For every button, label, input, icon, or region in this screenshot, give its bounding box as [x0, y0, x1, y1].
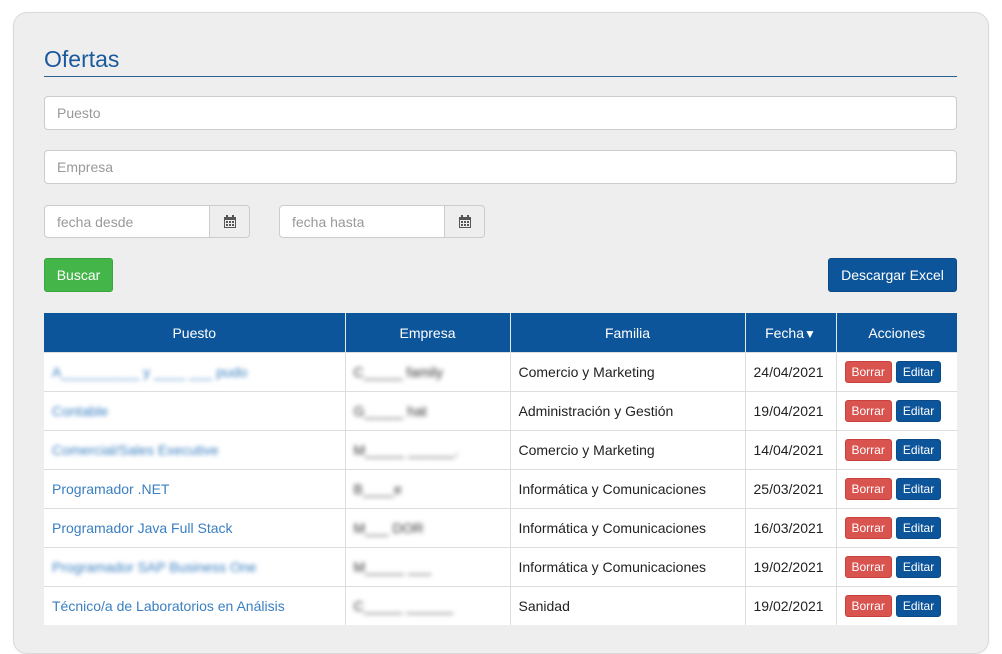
puesto-link[interactable]: A__________ y ____ ___ pudo	[52, 364, 247, 380]
fecha-hasta-calendar-button[interactable]	[445, 205, 485, 238]
fecha-hasta-input[interactable]	[279, 205, 445, 238]
editar-button[interactable]: Editar	[895, 439, 942, 461]
offers-table: Puesto Empresa Familia Fecha▼ Acciones A…	[44, 313, 957, 625]
cell-fecha: 19/02/2021	[745, 586, 837, 625]
table-row: Comercial/Sales Executive M_____ ______. C…	[44, 430, 957, 470]
puesto-input[interactable]	[44, 96, 957, 130]
puesto-link[interactable]: Contable	[52, 403, 108, 419]
fecha-desde-calendar-button[interactable]	[210, 205, 250, 238]
calendar-icon	[458, 214, 471, 228]
borrar-button[interactable]: Borrar	[844, 439, 892, 461]
empresa-value: M___ DOR	[353, 520, 424, 536]
editar-button[interactable]: Editar	[895, 400, 942, 422]
cell-empresa: C_____ ______	[345, 586, 511, 625]
cell-acciones: Borrar Editar	[836, 430, 957, 470]
cell-familia: Informática y Comunicaciones	[510, 469, 746, 509]
row-actions: Borrar Editar	[844, 400, 950, 422]
column-header-puesto[interactable]: Puesto	[44, 313, 346, 353]
cell-familia: Informática y Comunicaciones	[510, 508, 746, 548]
borrar-button[interactable]: Borrar	[844, 361, 892, 383]
cell-empresa: M___ DOR	[345, 508, 511, 548]
puesto-link[interactable]: Comercial/Sales Executive	[52, 442, 219, 458]
column-header-fecha[interactable]: Fecha▼	[745, 313, 837, 353]
page-title: Ofertas	[44, 44, 957, 77]
cell-puesto: Programador .NET	[44, 469, 346, 509]
table-row: Programador SAP Business One M_____ ___ In…	[44, 547, 957, 587]
cell-puesto: A__________ y ____ ___ pudo	[44, 352, 346, 392]
borrar-button[interactable]: Borrar	[844, 400, 892, 422]
borrar-button[interactable]: Borrar	[844, 517, 892, 539]
puesto-link[interactable]: Técnico/a de Laboratorios en Análisis	[52, 598, 285, 614]
cell-empresa: M_____ ______.	[345, 430, 511, 470]
borrar-button[interactable]: Borrar	[844, 478, 892, 500]
cell-fecha: 16/03/2021	[745, 508, 837, 548]
table-row: Contable G_____ hat Administración y Gesti…	[44, 391, 957, 431]
column-header-empresa[interactable]: Empresa	[345, 313, 511, 353]
cell-puesto: Programador Java Full Stack	[44, 508, 346, 548]
fecha-desde-input[interactable]	[44, 205, 210, 238]
cell-fecha: 19/02/2021	[745, 547, 837, 587]
calendar-icon	[223, 214, 236, 228]
cell-familia: Sanidad	[510, 586, 746, 625]
empresa-value: M_____ ___	[353, 559, 432, 575]
puesto-link[interactable]: Programador SAP Business One	[52, 559, 256, 575]
row-actions: Borrar Editar	[844, 478, 950, 500]
cell-fecha: 25/03/2021	[745, 469, 837, 509]
cell-familia: Comercio y Marketing	[510, 352, 746, 392]
cell-fecha: 19/04/2021	[745, 391, 837, 431]
cell-puesto: Comercial/Sales Executive	[44, 430, 346, 470]
table-header-row: Puesto Empresa Familia Fecha▼ Acciones	[44, 313, 957, 353]
sort-desc-icon: ▼	[804, 326, 816, 341]
empresa-value: C_____ ______	[353, 598, 454, 614]
empresa-value: M_____ ______.	[353, 442, 459, 458]
editar-button[interactable]: Editar	[895, 517, 942, 539]
table-row: A__________ y ____ ___ pudo C_____ family…	[44, 352, 957, 392]
puesto-link[interactable]: Programador Java Full Stack	[52, 520, 233, 536]
cell-acciones: Borrar Editar	[836, 508, 957, 548]
offers-panel: Ofertas Buscar Descargar Excel Puest	[13, 12, 989, 654]
empresa-value: B____e	[353, 481, 402, 497]
table-row: Técnico/a de Laboratorios en Análisis C__…	[44, 586, 957, 625]
editar-button[interactable]: Editar	[895, 361, 942, 383]
cell-familia: Administración y Gestión	[510, 391, 746, 431]
column-header-acciones: Acciones	[836, 313, 957, 353]
cell-familia: Comercio y Marketing	[510, 430, 746, 470]
cell-acciones: Borrar Editar	[836, 352, 957, 392]
cell-empresa: B____e	[345, 469, 511, 509]
empresa-input[interactable]	[44, 150, 957, 184]
cell-acciones: Borrar Editar	[836, 469, 957, 509]
buscar-button[interactable]: Buscar	[44, 258, 113, 292]
fecha-header-label: Fecha	[765, 324, 805, 341]
cell-fecha: 24/04/2021	[745, 352, 837, 392]
cell-acciones: Borrar Editar	[836, 547, 957, 587]
cell-puesto: Programador SAP Business One	[44, 547, 346, 587]
editar-button[interactable]: Editar	[895, 478, 942, 500]
row-actions: Borrar Editar	[844, 361, 950, 383]
column-header-familia[interactable]: Familia	[510, 313, 746, 353]
empresa-value: G_____ hat	[353, 403, 427, 419]
cell-empresa: C_____ family	[345, 352, 511, 392]
puesto-link[interactable]: Programador .NET	[52, 481, 169, 497]
table-row: Programador Java Full Stack M___ DOR Infor…	[44, 508, 957, 548]
cell-puesto: Técnico/a de Laboratorios en Análisis	[44, 586, 346, 625]
editar-button[interactable]: Editar	[895, 556, 942, 578]
cell-empresa: G_____ hat	[345, 391, 511, 431]
cell-empresa: M_____ ___	[345, 547, 511, 587]
row-actions: Borrar Editar	[844, 556, 950, 578]
row-actions: Borrar Editar	[844, 439, 950, 461]
cell-acciones: Borrar Editar	[836, 586, 957, 625]
table-row: Programador .NET B____e Informática y Comu…	[44, 469, 957, 509]
descargar-excel-button[interactable]: Descargar Excel	[828, 258, 957, 292]
cell-fecha: 14/04/2021	[745, 430, 837, 470]
cell-familia: Informática y Comunicaciones	[510, 547, 746, 587]
borrar-button[interactable]: Borrar	[844, 556, 892, 578]
cell-puesto: Contable	[44, 391, 346, 431]
cell-acciones: Borrar Editar	[836, 391, 957, 431]
empresa-value: C_____ family	[353, 364, 444, 380]
row-actions: Borrar Editar	[844, 517, 950, 539]
